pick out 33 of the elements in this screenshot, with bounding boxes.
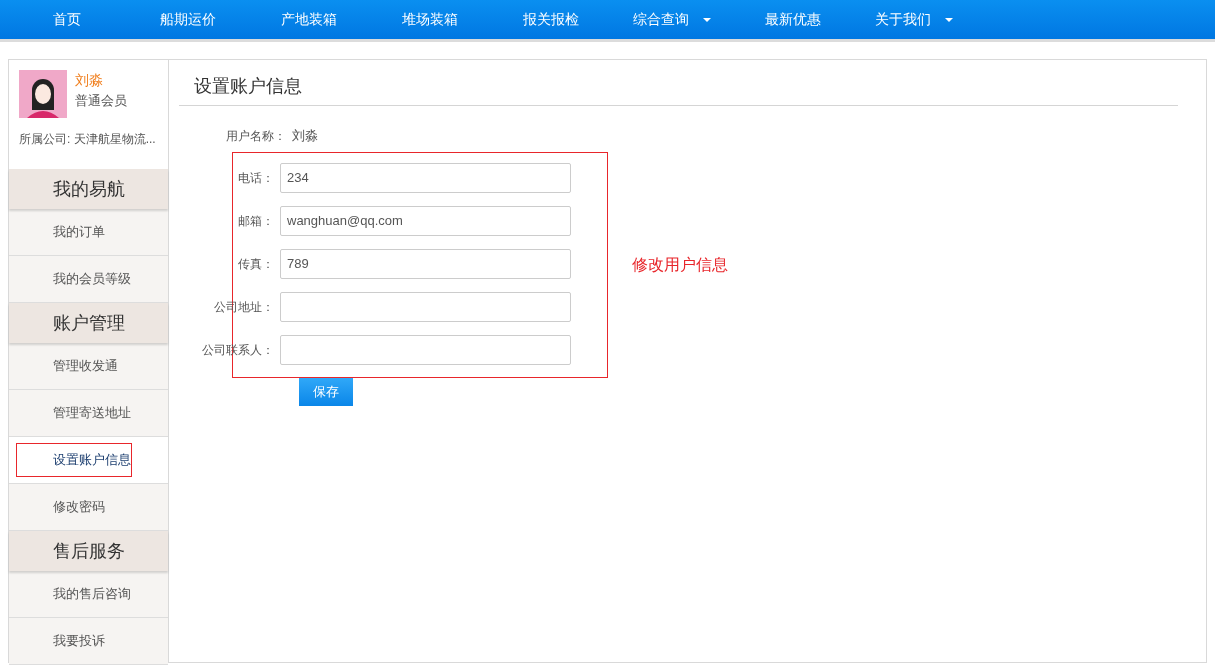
nav-link[interactable]: 产地装箱	[248, 0, 369, 39]
nav-link[interactable]: 综合查询	[611, 0, 732, 39]
username-label: 用户名称：	[225, 127, 287, 145]
member-level: 普通会员	[75, 92, 127, 110]
input-field[interactable]	[280, 334, 571, 365]
sidebar-item[interactable]: 我的售后咨询	[9, 571, 168, 618]
input-field[interactable]: wanghuan@qq.com	[280, 205, 571, 236]
sidebar-item[interactable]: 管理寄送地址	[9, 390, 168, 437]
section-header: 账户管理	[9, 303, 168, 343]
field-label: 电话：	[237, 169, 275, 187]
annotation-text: 修改用户信息	[632, 254, 728, 275]
sidebar-item[interactable]: 我要投诉	[9, 618, 168, 665]
section-header: 我的易航	[9, 169, 168, 209]
input-field[interactable]	[280, 291, 571, 322]
username-value: 刘淼	[292, 127, 318, 145]
field-label: 传真：	[237, 255, 275, 273]
nav-link[interactable]: 首页	[6, 0, 127, 39]
input-field[interactable]: 234	[280, 162, 571, 193]
nav-link[interactable]: 堆场装箱	[369, 0, 490, 39]
input-field[interactable]: 789	[280, 248, 571, 279]
sidebar-item[interactable]: 修改密码	[9, 484, 168, 531]
sidebar-item[interactable]: 我的会员等级	[9, 256, 168, 303]
company-name: 所属公司: 天津航星物流...	[19, 131, 157, 148]
nav-link[interactable]: 关于我们	[853, 0, 974, 39]
nav-link[interactable]: 船期运价	[127, 0, 248, 39]
sidebar-item[interactable]: 我的订单	[9, 209, 168, 256]
sidebar-item[interactable]: 管理收发通	[9, 343, 168, 390]
nav-link[interactable]: 报关报检	[490, 0, 611, 39]
page-title: 设置账户信息	[179, 60, 1178, 106]
nav-link[interactable]: 最新优惠	[732, 0, 853, 39]
user-name: 刘淼	[75, 71, 104, 90]
section-header: 售后服务	[9, 531, 168, 571]
field-label: 邮箱：	[237, 212, 275, 230]
